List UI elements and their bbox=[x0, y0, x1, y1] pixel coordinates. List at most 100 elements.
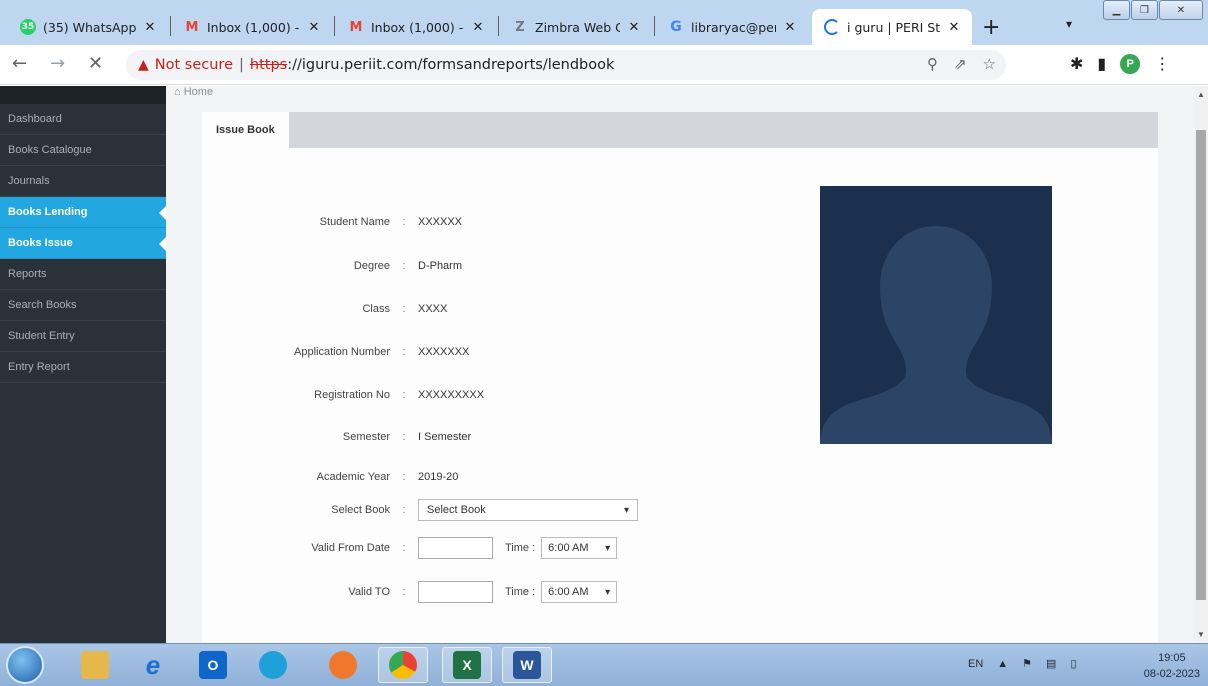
stop-loading-icon[interactable]: ✕ bbox=[88, 53, 103, 74]
taskbar-chrome[interactable] bbox=[378, 647, 428, 683]
sidebar-item-reports[interactable]: Reports bbox=[0, 259, 166, 290]
word-icon: W bbox=[513, 651, 541, 679]
sidebar-item-student-entry[interactable]: Student Entry bbox=[0, 321, 166, 352]
sidebar-item-books-catalogue[interactable]: Books Catalogue bbox=[0, 135, 166, 166]
taskbar-edge[interactable] bbox=[248, 647, 298, 683]
tab-label: Inbox (1,000) - bbox=[207, 19, 300, 35]
valid-from-date-input[interactable] bbox=[418, 537, 493, 559]
valid-to-date-input[interactable] bbox=[418, 581, 493, 603]
academic-year-value: 2019-20 bbox=[418, 471, 459, 483]
firefox-icon bbox=[329, 651, 357, 679]
page-scrollbar[interactable]: ▲ ▼ bbox=[1194, 86, 1208, 643]
scroll-up-icon[interactable]: ▲ bbox=[1197, 90, 1205, 99]
chevron-down-icon: ▾ bbox=[623, 504, 629, 516]
url-scheme: https bbox=[249, 57, 288, 73]
breadcrumb-home[interactable]: Home bbox=[184, 86, 213, 98]
tab-whatsapp[interactable]: 35 (35) WhatsApp ✕ bbox=[8, 9, 168, 45]
valid-to-row: Valid TO : Time : 6:00 AM ▾ bbox=[202, 581, 618, 603]
close-icon[interactable]: ✕ bbox=[306, 20, 322, 35]
close-icon[interactable]: ✕ bbox=[470, 20, 486, 35]
tray-expand-icon[interactable]: ▲ bbox=[997, 658, 1008, 670]
sidebar-item-dashboard[interactable]: Dashboard bbox=[0, 104, 166, 135]
sidebar-item-journals[interactable]: Journals bbox=[0, 166, 166, 197]
person-silhouette-icon bbox=[820, 226, 1052, 444]
language-indicator[interactable]: EN bbox=[968, 658, 983, 670]
minimize-button[interactable]: ▁ bbox=[1103, 0, 1130, 20]
new-tab-button[interactable]: + bbox=[982, 15, 1000, 40]
sidebar-item-search-books[interactable]: Search Books bbox=[0, 290, 166, 321]
action-center-flag-icon[interactable]: ⚑ bbox=[1022, 657, 1032, 670]
excel-icon: X bbox=[453, 651, 481, 679]
taskbar-clock[interactable]: 19:05 08-02-2023 bbox=[1144, 650, 1200, 682]
network-icon[interactable]: ▤ bbox=[1046, 657, 1056, 670]
warning-triangle-icon: ▲ bbox=[138, 57, 149, 73]
tab-iguru-active[interactable]: i guru | PERI Stu ✕ bbox=[812, 9, 972, 45]
outlook-icon: O bbox=[199, 651, 227, 679]
browser-tab-strip: 35 (35) WhatsApp ✕ M Inbox (1,000) - ✕ M… bbox=[0, 0, 1208, 45]
close-icon[interactable]: ✕ bbox=[142, 20, 158, 35]
gmail-icon: M bbox=[349, 19, 363, 35]
extensions-puzzle-icon[interactable]: ✱ bbox=[1070, 54, 1083, 74]
sidebar-item-books-issue[interactable]: Books Issue bbox=[0, 228, 166, 259]
menu-kebab-icon[interactable]: ⋮ bbox=[1154, 54, 1170, 74]
scroll-thumb[interactable] bbox=[1196, 130, 1206, 600]
taskbar-firefox[interactable] bbox=[318, 647, 368, 683]
tab-gmail-inbox-1[interactable]: M Inbox (1,000) - ✕ bbox=[172, 9, 332, 45]
loading-spinner-icon bbox=[824, 19, 840, 35]
clock-date: 08-02-2023 bbox=[1143, 668, 1200, 680]
taskbar-outlook[interactable]: O bbox=[188, 647, 238, 683]
zoom-icon[interactable]: ⚲ bbox=[927, 55, 938, 73]
side-panel-icon[interactable]: ▮ bbox=[1097, 54, 1106, 74]
tab-label: Zimbra Web Cl bbox=[535, 19, 620, 35]
degree-value: D-Pharm bbox=[418, 260, 463, 272]
tab-google-libraryac[interactable]: G libraryac@peri. ✕ bbox=[656, 9, 808, 45]
close-icon[interactable]: ✕ bbox=[946, 20, 962, 35]
select-book-row: Select Book : Select Book ▾ bbox=[202, 499, 638, 521]
valid-from-time-select[interactable]: 6:00 AM ▾ bbox=[541, 537, 618, 559]
bookmark-star-icon[interactable]: ☆ bbox=[983, 55, 996, 73]
breadcrumb: ⌂ Home bbox=[174, 86, 213, 98]
registration-no-value: XXXXXXXXX bbox=[418, 389, 485, 401]
taskbar-file-explorer[interactable] bbox=[70, 647, 120, 683]
taskbar-internet-explorer[interactable]: e bbox=[128, 647, 178, 683]
valid-to-time-select[interactable]: 6:00 AM ▾ bbox=[541, 581, 618, 603]
sidebar-item-books-lending[interactable]: Books Lending bbox=[0, 197, 166, 228]
edge-icon bbox=[259, 651, 287, 679]
power-icon[interactable]: ▯ bbox=[1070, 657, 1076, 670]
tab-issue-book[interactable]: Issue Book bbox=[202, 112, 289, 148]
clock-time: 19:05 bbox=[1158, 652, 1186, 664]
scroll-down-icon[interactable]: ▼ bbox=[1197, 630, 1205, 639]
share-icon[interactable]: ⇗ bbox=[954, 55, 967, 73]
select-book-dropdown[interactable]: Select Book ▾ bbox=[418, 499, 638, 521]
chevron-down-icon: ▾ bbox=[605, 586, 611, 598]
tab-search-chevron-icon[interactable]: ▾ bbox=[1066, 17, 1072, 31]
back-arrow-icon[interactable]: ← bbox=[12, 53, 27, 74]
forward-arrow-icon[interactable]: → bbox=[50, 53, 65, 74]
profile-avatar[interactable]: P bbox=[1120, 54, 1141, 74]
sidebar: Dashboard Books Catalogue Journals Books… bbox=[0, 86, 166, 643]
student-name-value: XXXXXX bbox=[418, 216, 463, 228]
close-icon[interactable]: ✕ bbox=[626, 20, 642, 35]
sidebar-item-entry-report[interactable]: Entry Report bbox=[0, 352, 166, 383]
tab-zimbra[interactable]: Z Zimbra Web Cl ✕ bbox=[500, 9, 652, 45]
semester-value: I Semester bbox=[418, 431, 472, 443]
address-bar[interactable]: ▲ Not secure | https://iguru.periit.com/… bbox=[126, 50, 1006, 80]
whatsapp-icon: 35 bbox=[20, 19, 36, 35]
academic-year-row: Academic Year : 2019-20 bbox=[316, 471, 459, 483]
tab-label: libraryac@peri. bbox=[691, 19, 776, 35]
student-photo-placeholder bbox=[820, 186, 1052, 444]
close-icon[interactable]: ✕ bbox=[782, 20, 798, 35]
tab-gmail-inbox-2[interactable]: M Inbox (1,000) - ✕ bbox=[336, 9, 496, 45]
not-secure-label: Not secure bbox=[154, 57, 233, 73]
chevron-down-icon: ▾ bbox=[605, 542, 611, 554]
application-number-value: XXXXXXX bbox=[418, 346, 470, 358]
application-number-row: Application Number : XXXXXXX bbox=[294, 346, 470, 358]
window-close-button[interactable]: ✕ bbox=[1159, 0, 1203, 20]
taskbar-excel[interactable]: X bbox=[442, 647, 492, 683]
start-button[interactable] bbox=[6, 646, 44, 684]
google-icon: G bbox=[670, 19, 682, 35]
taskbar-word[interactable]: W bbox=[502, 647, 552, 683]
restore-button[interactable]: ❐ bbox=[1131, 0, 1158, 20]
chrome-icon bbox=[389, 651, 417, 679]
issue-book-panel: Issue Book Student Name : XXXXXX Degree … bbox=[202, 112, 1158, 643]
